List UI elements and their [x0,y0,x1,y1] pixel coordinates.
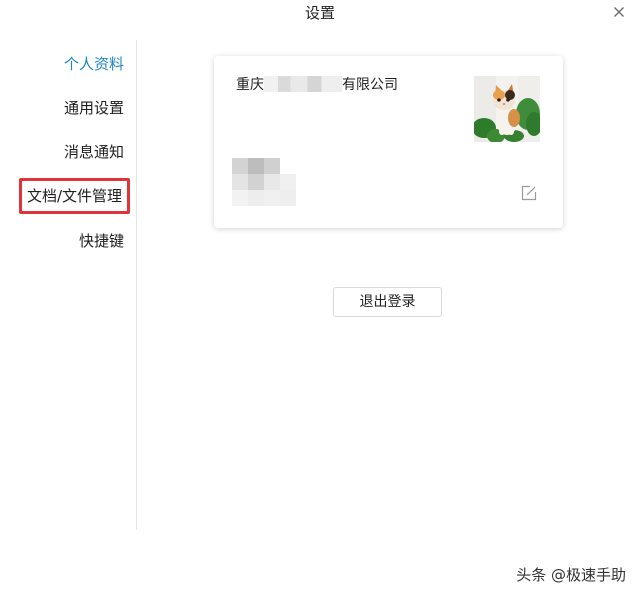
watermark: 头条 @极速手助 [516,566,626,584]
company-name-prefix: 重庆 [236,77,264,93]
sidebar-item-profile[interactable]: 个人资料 [64,53,124,75]
window-title: 设置 [304,4,335,22]
company-name-suffix: 有限公司 [342,77,398,93]
close-icon [614,7,624,17]
edit-profile-button[interactable] [520,184,538,202]
avatar[interactable] [474,76,540,142]
cat-photo-icon [474,76,540,142]
company-name-redacted [264,76,342,92]
sidebar-item-shortcuts[interactable]: 快捷键 [79,230,124,252]
profile-card: 重庆 有限公司 [214,56,563,228]
company-name: 重庆 有限公司 [236,76,398,94]
sidebar-item-general-settings[interactable]: 通用设置 [64,97,124,119]
redacted-user-name [232,158,300,206]
sidebar-item-file-management[interactable]: 文档/文件管理 [18,178,130,214]
close-button[interactable] [610,3,628,21]
edit-icon [521,185,537,201]
logout-button[interactable]: 退出登录 [333,287,442,317]
sidebar-divider [136,40,137,530]
settings-sidebar: 个人资料 通用设置 消息通知 文档/文件管理 快捷键 [0,40,136,530]
sidebar-item-notifications[interactable]: 消息通知 [64,141,124,163]
